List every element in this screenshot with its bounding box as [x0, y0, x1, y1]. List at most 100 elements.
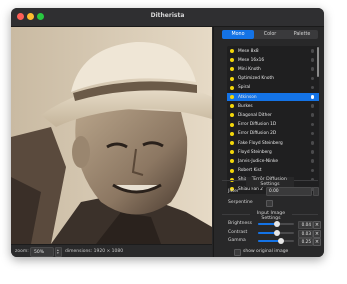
- dimensions-label: dimensions: 1920 × 1080: [65, 249, 124, 254]
- slider-knob[interactable]: [277, 238, 284, 244]
- color-dot-icon: [230, 113, 234, 118]
- color-dot-icon: [230, 58, 234, 63]
- algorithm-item[interactable]: Mini Knoth: [227, 65, 319, 73]
- settings-panel: Mono Color Palette Mese 8x8 Mese 16x16 Min…: [213, 27, 324, 257]
- slider-knob[interactable]: [273, 229, 280, 236]
- color-dot-icon: [230, 76, 234, 81]
- zoom-stepper[interactable]: ▴ ▾: [55, 247, 62, 257]
- color-dot-icon: [230, 104, 234, 109]
- show-original-label: show original image: [243, 249, 289, 254]
- algorithm-item[interactable]: Mese 16x16: [227, 56, 319, 64]
- algorithm-item[interactable]: Error Diffusion 1D: [227, 121, 319, 129]
- algorithm-label: Atkinson: [238, 94, 257, 100]
- color-dot-icon: [230, 131, 234, 136]
- algorithm-item[interactable]: Atkinson: [227, 93, 319, 101]
- show-original-checkbox[interactable]: [234, 249, 241, 256]
- slider-label: Brightness: [228, 221, 252, 226]
- slider-track[interactable]: [258, 238, 294, 244]
- jitter-value: 0.00: [269, 189, 279, 194]
- reset-icon[interactable]: ×: [313, 229, 321, 238]
- radio-indicator-icon: [310, 168, 314, 173]
- slider-knob[interactable]: [273, 221, 280, 227]
- jitter-label: Jitter: [228, 189, 239, 194]
- tab-color[interactable]: Color: [254, 30, 286, 39]
- algorithm-label: Mese 16x16: [238, 57, 265, 63]
- color-dot-icon: [230, 49, 234, 53]
- slider-value[interactable]: 0.25: [298, 238, 313, 246]
- color-dot-icon: [230, 150, 234, 155]
- radio-indicator-icon: [310, 141, 314, 145]
- algorithm-item[interactable]: Spiral: [227, 84, 319, 92]
- radio-indicator-icon: [310, 104, 314, 108]
- algorithm-label: Floyd Steinberg: [238, 149, 272, 155]
- algorithm-item[interactable]: Floyd Steinberg: [227, 148, 319, 156]
- algorithm-label: Mese 8x8: [238, 48, 259, 54]
- slider-track[interactable]: [258, 229, 294, 236]
- algorithm-label: Error Diffusion 2D: [238, 131, 277, 137]
- algorithm-label: Error Diffusion 1D: [238, 122, 277, 128]
- serpentine-label: Serpentine: [228, 200, 253, 205]
- radio-indicator-icon: [310, 113, 314, 117]
- error-diffusion-title: Error Diffusion Settings: [246, 177, 294, 187]
- preview-photo: [11, 27, 212, 244]
- slider-value[interactable]: 0.03: [298, 229, 313, 238]
- dither-type-tabs: Mono Color Palette: [222, 30, 318, 39]
- radio-indicator-icon: [310, 159, 314, 163]
- radio-indicator-icon: [310, 67, 314, 71]
- algorithm-item[interactable]: Fake Floyd Steinberg: [227, 139, 319, 147]
- reset-icon[interactable]: ×: [313, 221, 321, 229]
- color-dot-icon: [230, 141, 234, 145]
- radio-indicator-icon: [310, 95, 314, 99]
- algorithm-item[interactable]: Diagonal Dither: [227, 111, 319, 119]
- algorithm-label: Robert Kist: [238, 168, 262, 174]
- algorithm-list[interactable]: Mese 8x8 Mese 16x16 Mini Knoth Optimized Kn…: [227, 46, 319, 194]
- color-dot-icon: [230, 159, 234, 164]
- tab-mono[interactable]: Mono: [222, 30, 254, 39]
- algorithm-item[interactable]: Robert Kist: [227, 167, 319, 175]
- algorithm-label: Burkes: [238, 103, 253, 109]
- radio-indicator-icon: [310, 150, 314, 154]
- algorithm-label: Fake Floyd Steinberg: [238, 140, 283, 146]
- algorithm-item[interactable]: Jarvis-Judice-Ninke: [227, 157, 319, 165]
- radio-indicator-icon: [310, 131, 314, 136]
- radio-indicator-icon: [310, 85, 314, 90]
- radio-indicator-icon: [310, 76, 314, 81]
- radio-indicator-icon: [310, 49, 314, 53]
- jitter-field[interactable]: 0.00: [266, 187, 312, 196]
- window-title: Ditherista: [150, 12, 185, 19]
- algorithm-item[interactable]: Optimized Knoth: [227, 75, 319, 83]
- list-scrollbar[interactable]: [317, 47, 319, 77]
- radio-indicator-icon: [310, 122, 314, 127]
- color-dot-icon: [230, 168, 234, 173]
- input-settings-title: Input Image Settings: [250, 211, 292, 221]
- title-bar: Ditherista: [11, 8, 324, 27]
- tab-palette[interactable]: Palette: [286, 30, 318, 39]
- color-dot-icon: [230, 67, 234, 72]
- serpentine-checkbox[interactable]: [266, 200, 273, 207]
- algorithm-label: Shiau Fan 2: [238, 186, 263, 192]
- slider-label: Contrast: [228, 229, 248, 235]
- algorithm-label: Spiral: [238, 85, 251, 91]
- algorithm-item[interactable]: Burkes: [227, 102, 319, 110]
- algorithm-label: Mini Knoth: [238, 66, 261, 72]
- radio-indicator-icon: [310, 58, 314, 62]
- slider-label: Gamma: [228, 238, 246, 243]
- algorithm-label: Diagonal Dither: [238, 112, 272, 118]
- app-window: Ditherista zoom: 50% ▴ ▾ dimensions: 192…: [11, 8, 324, 257]
- status-bar: zoom: 50% ▴ ▾ dimensions: 1920 × 1080: [11, 244, 212, 257]
- color-dot-icon: [230, 122, 234, 127]
- slider-track[interactable]: [258, 221, 294, 227]
- zoom-label: zoom:: [15, 249, 29, 254]
- zoom-field[interactable]: 50%: [30, 247, 54, 257]
- image-preview[interactable]: [11, 27, 212, 244]
- jitter-stepper[interactable]: [313, 187, 319, 196]
- algorithm-item[interactable]: Mese 8x8: [227, 47, 319, 55]
- stepper-arrows-icon: ▴ ▾: [57, 248, 59, 255]
- reset-icon[interactable]: ×: [313, 238, 321, 246]
- slider-value[interactable]: 0.04: [298, 221, 313, 229]
- algorithm-label: Optimized Knoth: [238, 76, 274, 82]
- algorithm-item[interactable]: Error Diffusion 2D: [227, 130, 319, 138]
- color-dot-icon: [230, 95, 234, 99]
- algorithm-label: Jarvis-Judice-Ninke: [238, 158, 279, 164]
- color-dot-icon: [230, 85, 234, 90]
